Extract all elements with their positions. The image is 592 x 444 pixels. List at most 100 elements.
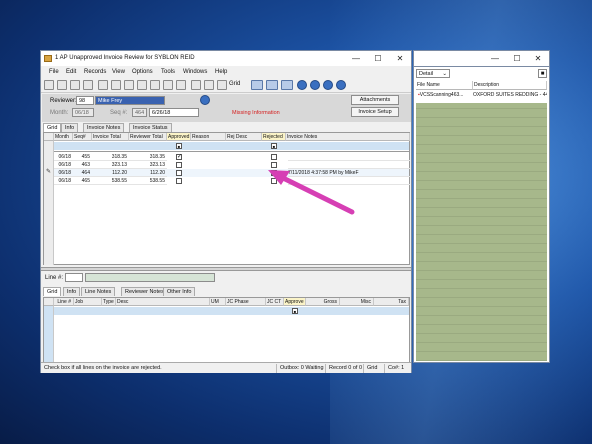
lower-filter-row[interactable]: [44, 307, 409, 315]
cell-invoice-notes[interactable]: 7/11/2018 4:37:58 PM by MikeF: [288, 169, 410, 177]
attach-col-file-name[interactable]: File Name: [416, 81, 473, 90]
attachment-row[interactable]: ▪VCSScanning463... OXFORD SUITES REDDING…: [416, 91, 547, 100]
table-row[interactable]: 06/18 463 323.13 323.13: [44, 161, 410, 169]
layout-2-icon[interactable]: [266, 80, 278, 90]
lower-col-approve[interactable]: Approve: [284, 298, 306, 306]
lower-col-line[interactable]: Line #: [54, 298, 74, 306]
col-header-reviewer-total[interactable]: Reviewer Total: [129, 133, 167, 141]
cut-icon[interactable]: [124, 80, 134, 90]
lower-col-jc-ct[interactable]: JC CT: [266, 298, 284, 306]
cell-seq[interactable]: 455: [73, 153, 92, 161]
month-field[interactable]: 06/18: [72, 108, 94, 117]
cell-invoice-total[interactable]: 112.20: [92, 169, 129, 177]
invoice-setup-button[interactable]: Invoice Setup: [351, 107, 399, 117]
cell-reviewer-total[interactable]: 112.20: [129, 169, 167, 177]
attach-close-button[interactable]: ✕: [527, 51, 549, 66]
open-icon[interactable]: [70, 80, 80, 90]
lower-col-tax[interactable]: Tax: [374, 298, 409, 306]
lower-col-desc[interactable]: Desc: [116, 298, 210, 306]
delete-icon[interactable]: [111, 80, 121, 90]
lower-tab-other-info[interactable]: Other Info: [163, 287, 196, 296]
pane-splitter[interactable]: [41, 267, 411, 271]
tab-info[interactable]: Info: [61, 123, 79, 132]
rejected-checkbox[interactable]: ✓: [271, 170, 277, 176]
reviewer-lookup-icon[interactable]: [200, 95, 210, 105]
rejected-checkbox[interactable]: [271, 178, 277, 184]
approved-all-toggle[interactable]: ■: [176, 143, 182, 149]
lower-tab-reviewer-notes[interactable]: Reviewer Notes: [121, 287, 168, 296]
panel-close-icon[interactable]: ■: [538, 69, 547, 78]
link-icon[interactable]: [57, 80, 67, 90]
attachments-title-bar[interactable]: — ☐ ✕: [413, 50, 550, 66]
approved-checkbox[interactable]: [176, 170, 182, 176]
grid-view-label[interactable]: Grid: [229, 81, 240, 87]
menu-options[interactable]: Options: [132, 69, 153, 75]
attach-col-description[interactable]: Description: [473, 81, 547, 90]
calculator-icon[interactable]: [163, 80, 173, 90]
cell-reviewer-total[interactable]: 538.55: [129, 177, 167, 185]
col-header-reason[interactable]: Reason: [191, 133, 226, 141]
reviewer-name-field[interactable]: Mike Frey: [95, 96, 165, 105]
menu-view[interactable]: View: [112, 69, 125, 75]
save-icon[interactable]: [98, 80, 108, 90]
cell-month[interactable]: 06/18: [54, 169, 73, 177]
cell-month[interactable]: 06/18: [54, 177, 73, 185]
col-header-invoice-total[interactable]: Invoice Total: [92, 133, 129, 141]
table-row[interactable]: 06/18 465 538.55 538.55: [44, 177, 410, 185]
cell-seq[interactable]: 464: [73, 169, 92, 177]
cell-invoice-notes[interactable]: [288, 177, 410, 185]
cell-invoice-total[interactable]: 318.35: [92, 153, 129, 161]
lower-tab-line-notes[interactable]: Line Notes: [81, 287, 116, 296]
approve-all-lines-toggle[interactable]: ■: [292, 308, 298, 314]
cell-seq[interactable]: 463: [73, 161, 92, 169]
layout-3-icon[interactable]: [281, 80, 293, 90]
menu-help[interactable]: Help: [215, 69, 227, 75]
title-bar[interactable]: 1 AP Unapproved Invoice Review for SYBLO…: [41, 51, 411, 66]
attach-maximize-button[interactable]: ☐: [506, 51, 528, 66]
approved-checkbox[interactable]: ✓: [176, 154, 182, 160]
seq-field[interactable]: 464: [132, 108, 147, 117]
invoice-date-field[interactable]: 6/26/18: [149, 108, 199, 117]
menu-file[interactable]: File: [49, 69, 59, 75]
col-header-rejected[interactable]: Rejected: [262, 133, 286, 141]
first-record-icon[interactable]: [297, 80, 307, 90]
menu-windows[interactable]: Windows: [183, 69, 207, 75]
cell-month[interactable]: 06/18: [54, 161, 73, 169]
tab-invoice-notes[interactable]: Invoice Notes: [83, 123, 125, 132]
cell-reviewer-total[interactable]: 318.35: [129, 153, 167, 161]
cell-invoice-notes[interactable]: [288, 153, 410, 161]
cell-invoice-notes[interactable]: [288, 161, 410, 169]
table-row[interactable]: 06/18 455 318.35 318.35 ✓: [44, 153, 410, 161]
menu-tools[interactable]: Tools: [161, 69, 175, 75]
layout-1-icon[interactable]: [251, 80, 263, 90]
lower-col-type[interactable]: Type: [102, 298, 116, 306]
rejected-all-toggle[interactable]: ■: [271, 143, 277, 149]
maximize-button[interactable]: ☐: [367, 51, 389, 66]
lower-col-um[interactable]: UM: [210, 298, 226, 306]
view-mode-select[interactable]: Detail ⌄: [416, 69, 450, 78]
cell-invoice-total[interactable]: 538.55: [92, 177, 129, 185]
reviewer-code-field[interactable]: 98: [76, 96, 94, 105]
filter-row[interactable]: [44, 142, 409, 150]
table-row[interactable]: 06/18 464 112.20 112.20 7/11/2018 4:37:58 PM…: [44, 169, 410, 177]
rejected-checkbox[interactable]: [271, 154, 277, 160]
cell-seq[interactable]: 465: [73, 177, 92, 185]
cell-invoice-total[interactable]: 323.13: [92, 161, 129, 169]
attachments-button[interactable]: Attachments: [351, 95, 399, 105]
col-header-month[interactable]: Month: [54, 133, 73, 141]
rejected-checkbox[interactable]: [271, 162, 277, 168]
previous-record-icon[interactable]: [310, 80, 320, 90]
lower-tab-grid[interactable]: Grid: [43, 287, 62, 296]
attach-icon[interactable]: [176, 80, 186, 90]
lower-tab-info[interactable]: Info: [63, 287, 81, 296]
last-record-icon[interactable]: [336, 80, 346, 90]
col-header-seq[interactable]: Seq#: [73, 133, 92, 141]
tab-grid[interactable]: Grid: [43, 123, 62, 132]
attach-minimize-button[interactable]: —: [484, 51, 506, 66]
grid-icon[interactable]: [217, 80, 227, 90]
line-number-field[interactable]: [65, 273, 83, 282]
next-record-icon[interactable]: [323, 80, 333, 90]
filter-icon[interactable]: [204, 80, 214, 90]
menu-edit[interactable]: Edit: [66, 69, 76, 75]
cell-month[interactable]: 06/18: [54, 153, 73, 161]
